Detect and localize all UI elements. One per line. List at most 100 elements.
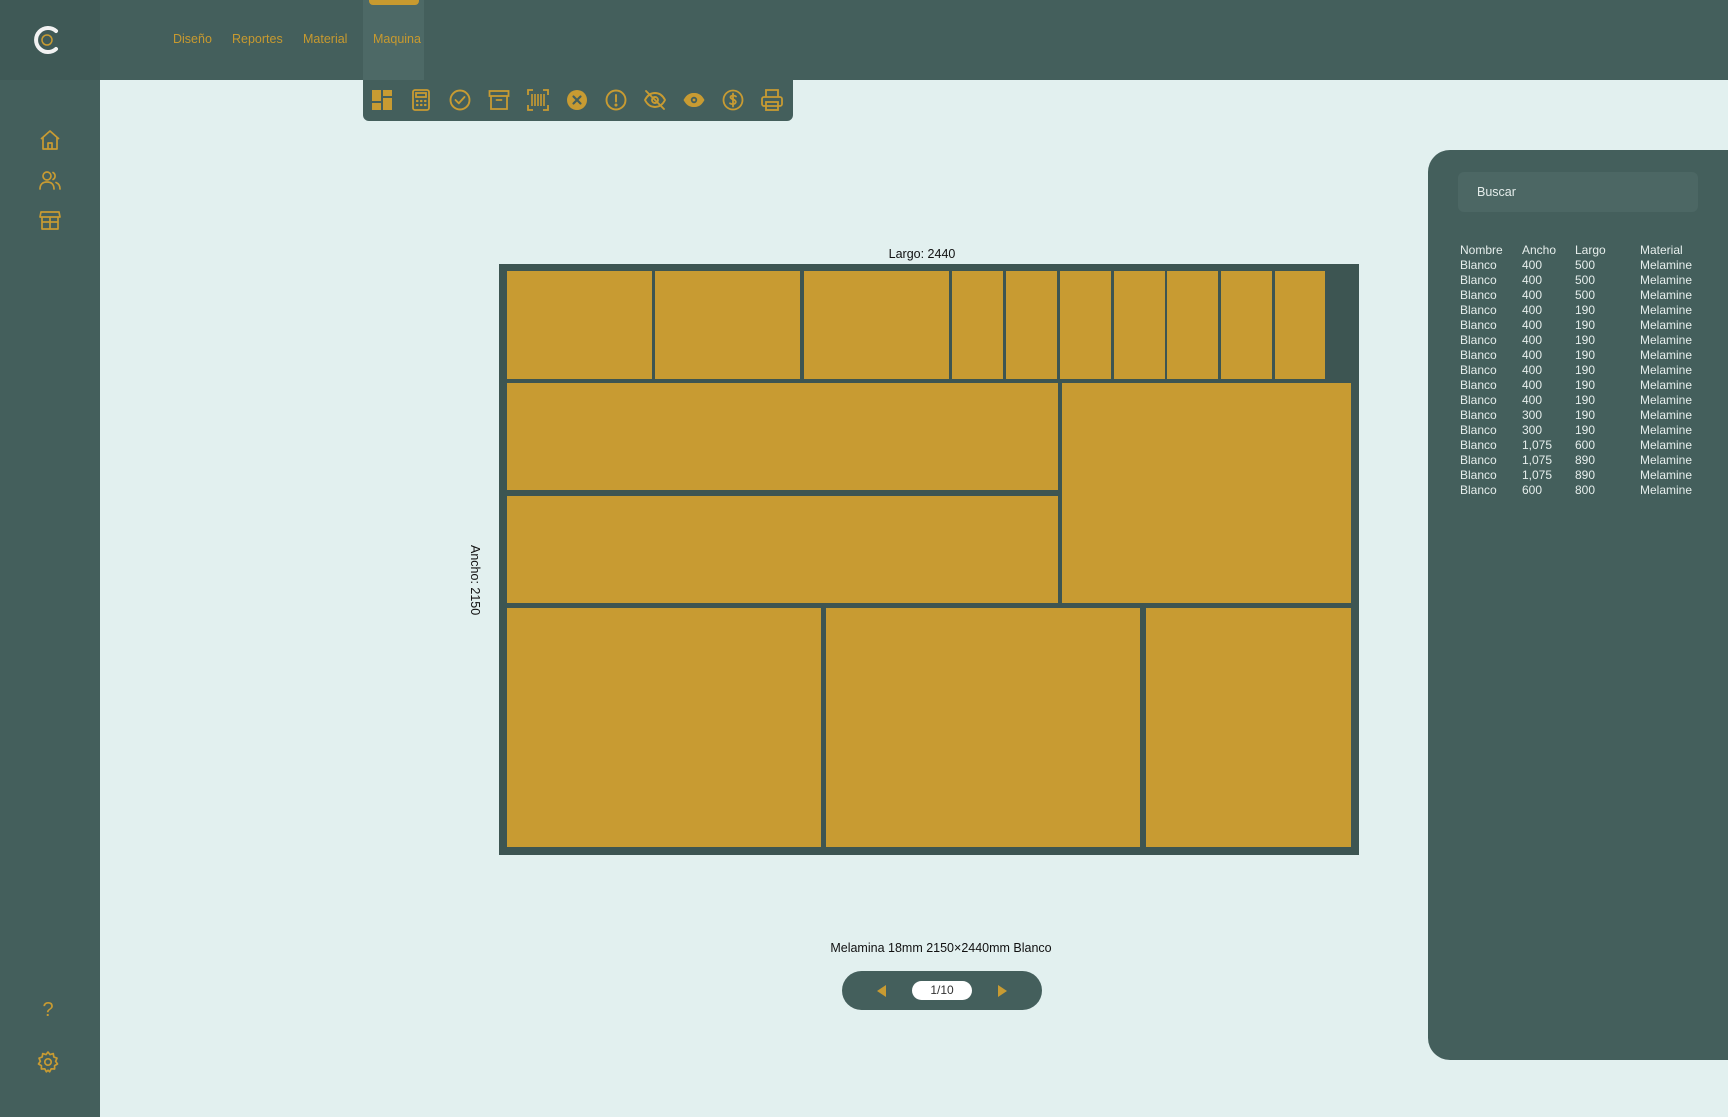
cell-ancho: 400 <box>1522 303 1543 317</box>
table-row[interactable]: Blanco 400 190 Melamine <box>1460 378 1700 393</box>
table-row[interactable]: Blanco 400 190 Melamine <box>1460 333 1700 348</box>
users-icon[interactable] <box>38 168 62 192</box>
nav-active-indicator <box>369 0 419 5</box>
table-row[interactable]: Blanco 300 190 Melamine <box>1460 423 1700 438</box>
cell-nombre: Blanco <box>1460 273 1497 287</box>
barcode-scan-icon[interactable] <box>526 88 550 112</box>
cut-piece[interactable] <box>1062 383 1351 603</box>
cut-piece[interactable] <box>804 271 949 379</box>
cell-material: Melamine <box>1640 333 1693 347</box>
cell-ancho: 400 <box>1522 333 1543 347</box>
cell-material: Melamine <box>1640 483 1693 497</box>
cell-nombre: Blanco <box>1460 393 1497 407</box>
header-nombre: Nombre <box>1460 243 1503 257</box>
cut-piece[interactable] <box>1006 271 1057 379</box>
table-row[interactable]: Blanco 400 190 Melamine <box>1460 348 1700 363</box>
cut-piece[interactable] <box>507 271 652 379</box>
cell-ancho: 400 <box>1522 258 1543 272</box>
table-row[interactable]: Blanco 1,075 890 Melamine <box>1460 453 1700 468</box>
cell-material: Melamine <box>1640 438 1693 452</box>
cell-material: Melamine <box>1640 258 1693 272</box>
cut-piece[interactable] <box>655 271 800 379</box>
eye-icon[interactable] <box>682 88 706 112</box>
cell-largo: 190 <box>1575 348 1596 362</box>
cell-nombre: Blanco <box>1460 438 1497 452</box>
logo-c-icon[interactable] <box>32 24 62 56</box>
cut-piece[interactable] <box>1060 271 1111 379</box>
cell-material: Melamine <box>1640 408 1693 422</box>
cell-material: Melamine <box>1640 453 1693 467</box>
header-ancho: Ancho <box>1522 243 1557 257</box>
cell-nombre: Blanco <box>1460 483 1497 497</box>
cell-ancho: 300 <box>1522 423 1543 437</box>
printer-icon[interactable] <box>760 88 784 112</box>
toolbar <box>363 80 793 121</box>
cell-nombre: Blanco <box>1460 408 1497 422</box>
table-row[interactable]: Blanco 400 190 Melamine <box>1460 318 1700 333</box>
alert-circle-icon[interactable] <box>604 88 628 112</box>
cut-piece[interactable] <box>507 496 1058 603</box>
cut-piece[interactable] <box>1114 271 1165 379</box>
cut-piece[interactable] <box>507 383 1058 490</box>
calculator-icon[interactable] <box>409 88 433 112</box>
cut-piece[interactable] <box>952 271 1003 379</box>
cut-piece[interactable] <box>1167 271 1218 379</box>
top-bar: Diseño Reportes Material Maquina <box>0 0 1728 80</box>
cell-ancho: 1,075 <box>1522 438 1553 452</box>
cut-piece[interactable] <box>1146 608 1351 847</box>
cut-piece[interactable] <box>507 608 821 847</box>
help-icon[interactable]: ? <box>36 998 60 1022</box>
table-row[interactable]: Blanco 400 500 Melamine <box>1460 273 1700 288</box>
table-row[interactable]: Blanco 400 500 Melamine <box>1460 258 1700 273</box>
table-row[interactable]: Blanco 400 190 Melamine <box>1460 363 1700 378</box>
table-row[interactable]: Blanco 600 800 Melamine <box>1460 483 1700 498</box>
cell-largo: 190 <box>1575 378 1596 392</box>
cell-ancho: 1,075 <box>1522 453 1553 467</box>
table-row[interactable]: Blanco 300 190 Melamine <box>1460 408 1700 423</box>
cell-largo: 190 <box>1575 393 1596 407</box>
cell-material: Melamine <box>1640 303 1693 317</box>
table-row[interactable]: Blanco 400 190 Melamine <box>1460 393 1700 408</box>
cell-largo: 190 <box>1575 318 1596 332</box>
table-row[interactable]: Blanco 400 500 Melamine <box>1460 288 1700 303</box>
cell-material: Melamine <box>1640 288 1693 302</box>
cell-largo: 500 <box>1575 288 1596 302</box>
dollar-circle-icon[interactable] <box>721 88 745 112</box>
cell-largo: 500 <box>1575 273 1596 287</box>
cell-largo: 500 <box>1575 258 1596 272</box>
home-icon[interactable] <box>38 128 62 152</box>
cell-nombre: Blanco <box>1460 333 1497 347</box>
page-indicator[interactable]: 1/10 <box>912 981 972 1000</box>
cell-ancho: 300 <box>1522 408 1543 422</box>
table-row[interactable]: Blanco 1,075 600 Melamine <box>1460 438 1700 453</box>
settings-icon[interactable] <box>36 1050 60 1074</box>
cell-nombre: Blanco <box>1460 318 1497 332</box>
cell-nombre: Blanco <box>1460 378 1497 392</box>
prev-arrow-icon[interactable] <box>877 985 886 997</box>
cell-largo: 190 <box>1575 423 1596 437</box>
check-circle-icon[interactable] <box>448 88 472 112</box>
archive-icon[interactable] <box>487 88 511 112</box>
nav-maquina[interactable]: Maquina <box>373 32 421 46</box>
nav-reportes[interactable]: Reportes <box>232 32 283 46</box>
cell-largo: 190 <box>1575 333 1596 347</box>
nav-material[interactable]: Material <box>303 32 347 46</box>
cell-material: Melamine <box>1640 393 1693 407</box>
cut-piece[interactable] <box>826 608 1140 847</box>
store-icon[interactable] <box>38 208 62 232</box>
cut-piece[interactable] <box>1275 271 1325 379</box>
cell-nombre: Blanco <box>1460 303 1497 317</box>
eye-off-icon[interactable] <box>643 88 667 112</box>
cell-nombre: Blanco <box>1460 423 1497 437</box>
nav-diseno[interactable]: Diseño <box>173 32 212 46</box>
table-row[interactable]: Blanco 1,075 890 Melamine <box>1460 468 1700 483</box>
search-input[interactable] <box>1458 172 1698 212</box>
cut-piece[interactable] <box>1221 271 1272 379</box>
pager: 1/10 <box>842 971 1042 1010</box>
table-row[interactable]: Blanco 400 190 Melamine <box>1460 303 1700 318</box>
cell-ancho: 400 <box>1522 288 1543 302</box>
layout-grid-icon[interactable] <box>370 88 394 112</box>
close-circle-icon[interactable] <box>565 88 589 112</box>
header-material: Material <box>1640 243 1683 257</box>
next-arrow-icon[interactable] <box>998 985 1007 997</box>
